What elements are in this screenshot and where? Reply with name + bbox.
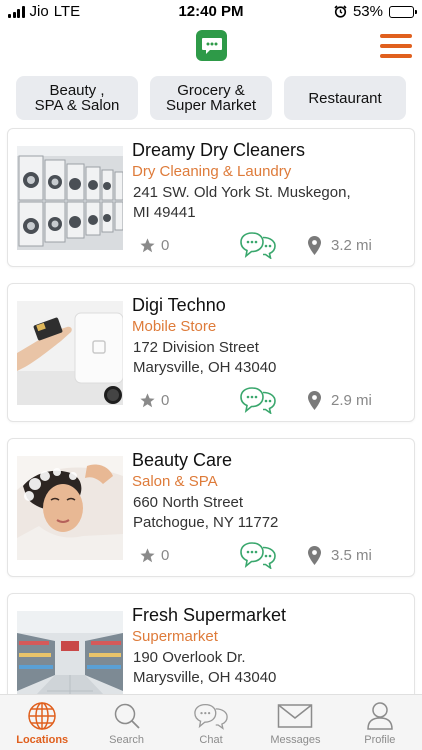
status-bar: Jio LTE 12:40 PM 53%: [0, 0, 422, 24]
business-name[interactable]: Beauty Care: [132, 450, 232, 471]
chat-bubbles-icon: [240, 387, 276, 415]
business-address-line1: 241 SW. Old York St. Muskegon,: [133, 184, 351, 201]
distance-value: 2.9 mi: [331, 392, 372, 409]
location-pin-icon: [308, 391, 321, 410]
rating-value: 0: [161, 547, 170, 564]
envelope-icon: [278, 704, 313, 728]
alarm-icon: [334, 5, 347, 18]
location-pin-icon: [308, 546, 321, 565]
globe-icon: [28, 702, 56, 730]
business-address-line1: 172 Division Street: [133, 339, 259, 356]
tab-label: Messages: [270, 734, 321, 746]
tab-label: Profile: [364, 734, 396, 746]
business-category: Supermarket: [132, 628, 218, 645]
battery-percent: 53%: [352, 3, 383, 20]
app-logo[interactable]: [196, 30, 227, 61]
business-address-line2: Marysville, OH 43040: [133, 359, 277, 376]
chat-bubble-icon: [201, 37, 222, 54]
category-chips: Beauty , SPA & Salon Grocery & Super Mar…: [16, 76, 406, 120]
business-address-line1: 190 Overlook Dr.: [133, 649, 246, 666]
business-name[interactable]: Fresh Supermarket: [132, 605, 286, 626]
tab-search[interactable]: Search: [84, 695, 168, 750]
business-image-laundromat: [17, 146, 123, 250]
business-address-line2: Patchogue, NY 11772: [133, 514, 279, 531]
business-distance: 2.9 mi: [308, 391, 372, 410]
business-distance: 3.2 mi: [308, 236, 372, 255]
tab-label: Locations: [16, 734, 69, 746]
business-card[interactable]: Digi Techno Mobile Store 172 Division St…: [7, 283, 415, 422]
tab-profile[interactable]: Profile: [338, 695, 422, 750]
tab-label: Chat: [199, 734, 223, 746]
chat-button[interactable]: [239, 386, 277, 419]
tab-chat[interactable]: Chat: [169, 695, 253, 750]
business-category: Dry Cleaning & Laundry: [132, 163, 292, 180]
star-icon: [140, 393, 155, 408]
tab-label: Search: [109, 734, 145, 746]
business-card[interactable]: Beauty Care Salon & SPA 660 North Street…: [7, 438, 415, 577]
chat-bubbles-icon: [240, 542, 276, 570]
distance-value: 3.2 mi: [331, 237, 372, 254]
category-chip-beauty-spa-salon[interactable]: Beauty , SPA & Salon: [16, 76, 138, 120]
business-name[interactable]: Dreamy Dry Cleaners: [132, 140, 305, 161]
category-chip-restaurant[interactable]: Restaurant: [284, 76, 406, 120]
chat-icon: [194, 703, 228, 730]
status-right: 53%: [334, 3, 417, 20]
star-icon: [140, 238, 155, 253]
business-image-hair-salon: [17, 456, 123, 560]
chat-bubbles-icon: [240, 232, 276, 260]
category-chip-grocery-supermarket[interactable]: Grocery & Super Market: [150, 76, 272, 120]
business-address-line2: MI 49441: [133, 204, 196, 221]
chat-button[interactable]: [239, 541, 277, 574]
hamburger-menu-icon: [380, 34, 412, 38]
business-address-line1: 660 North Street: [133, 494, 244, 511]
business-category: Mobile Store: [132, 318, 217, 335]
tab-locations[interactable]: Locations: [0, 695, 84, 750]
rating-value: 0: [161, 237, 170, 254]
business-rating: 0: [139, 547, 169, 564]
business-card[interactable]: Dreamy Dry Cleaners Dry Cleaning & Laund…: [7, 128, 415, 267]
business-image-payment-terminal: [17, 301, 123, 405]
tab-messages[interactable]: Messages: [253, 695, 337, 750]
rating-value: 0: [161, 392, 170, 409]
chat-button[interactable]: [239, 231, 277, 264]
business-category: Salon & SPA: [132, 473, 218, 490]
bottom-tab-bar: Locations Search Chat Messages Profile: [0, 694, 422, 750]
star-icon: [140, 548, 155, 563]
business-distance: 3.5 mi: [308, 546, 372, 565]
search-icon: [114, 703, 140, 729]
distance-value: 3.5 mi: [331, 547, 372, 564]
business-rating: 0: [139, 392, 169, 409]
person-icon: [367, 702, 393, 730]
menu-button[interactable]: [380, 34, 412, 58]
location-pin-icon: [308, 236, 321, 255]
business-name[interactable]: Digi Techno: [132, 295, 226, 316]
battery-icon: [389, 5, 417, 18]
business-rating: 0: [139, 237, 169, 254]
business-address-line2: Marysville, OH 43040: [133, 669, 277, 686]
business-list: Dreamy Dry Cleaners Dry Cleaning & Laund…: [7, 128, 415, 748]
